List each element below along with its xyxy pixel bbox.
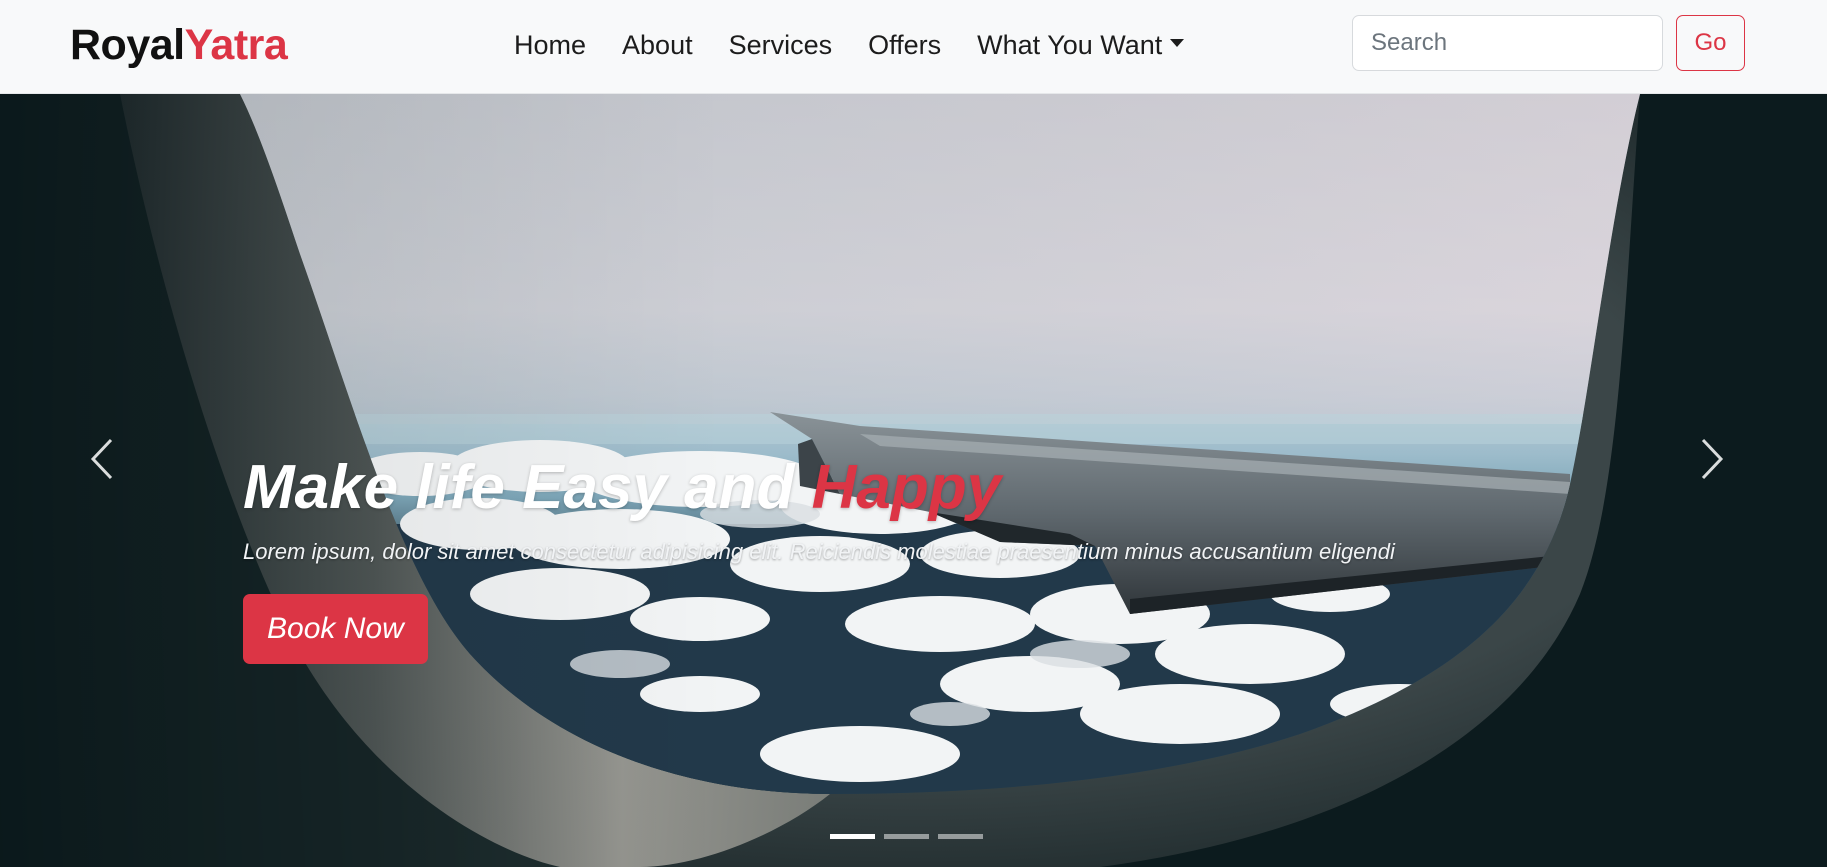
search-form: Go <box>1352 15 1745 71</box>
hero-subtitle: Lorem ipsum, dolor sit amet consectetur … <box>243 539 1395 564</box>
nav-item-about[interactable]: About <box>604 26 711 64</box>
nav-item-offers[interactable]: Offers <box>850 26 959 64</box>
carousel-next-button[interactable] <box>1682 429 1742 489</box>
carousel-indicator-1[interactable] <box>830 834 875 839</box>
chevron-left-icon <box>90 438 113 480</box>
search-input[interactable] <box>1352 15 1663 71</box>
search-go-button[interactable]: Go <box>1676 15 1745 71</box>
hero-caption: Make life Easy and Happy Lorem ipsum, do… <box>243 452 1543 664</box>
brand-name-part2: Yatra <box>184 21 288 69</box>
brand-name-part1: Royal <box>70 21 185 69</box>
carousel-indicator-3[interactable] <box>938 834 983 839</box>
book-now-button[interactable]: Book Now <box>243 594 428 664</box>
navbar: RoyalYatra Home About Services Offers Wh… <box>0 0 1827 94</box>
chevron-right-icon <box>1701 438 1724 480</box>
caret-down-icon <box>1170 39 1185 47</box>
hero-title-accent: Happy <box>811 453 1002 522</box>
brand-logo[interactable]: RoyalYatra <box>70 20 288 70</box>
nav-item-services[interactable]: Services <box>711 26 851 64</box>
hero-carousel: Make life Easy and Happy Lorem ipsum, do… <box>0 94 1827 867</box>
carousel-indicator-2[interactable] <box>884 834 929 839</box>
nav-dropdown-what-you-want[interactable]: What You Want <box>959 26 1202 64</box>
hero-title-main: Make life Easy and <box>243 453 812 522</box>
carousel-indicators <box>830 834 983 839</box>
nav-links: Home About Services Offers What You Want <box>496 26 1202 64</box>
hero-title: Make life Easy and Happy <box>243 452 1543 524</box>
nav-dropdown-label: What You Want <box>977 30 1163 60</box>
carousel-prev-button[interactable] <box>72 429 132 489</box>
nav-item-home[interactable]: Home <box>496 26 604 64</box>
